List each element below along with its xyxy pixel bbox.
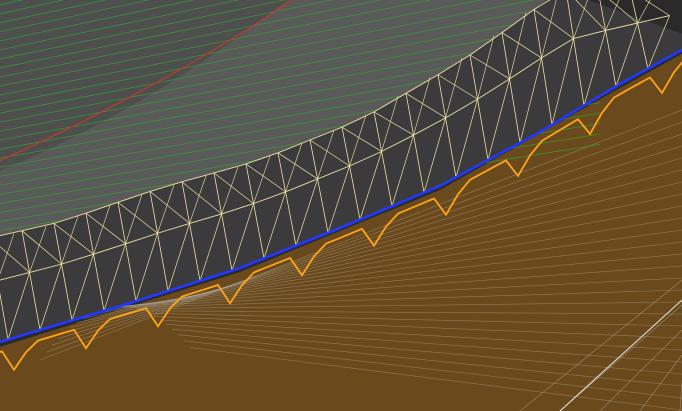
wire-edge [637,15,670,24]
3d-viewport[interactable] [0,0,682,411]
wire-edge [644,0,670,16]
scene-canvas[interactable] [0,0,682,411]
